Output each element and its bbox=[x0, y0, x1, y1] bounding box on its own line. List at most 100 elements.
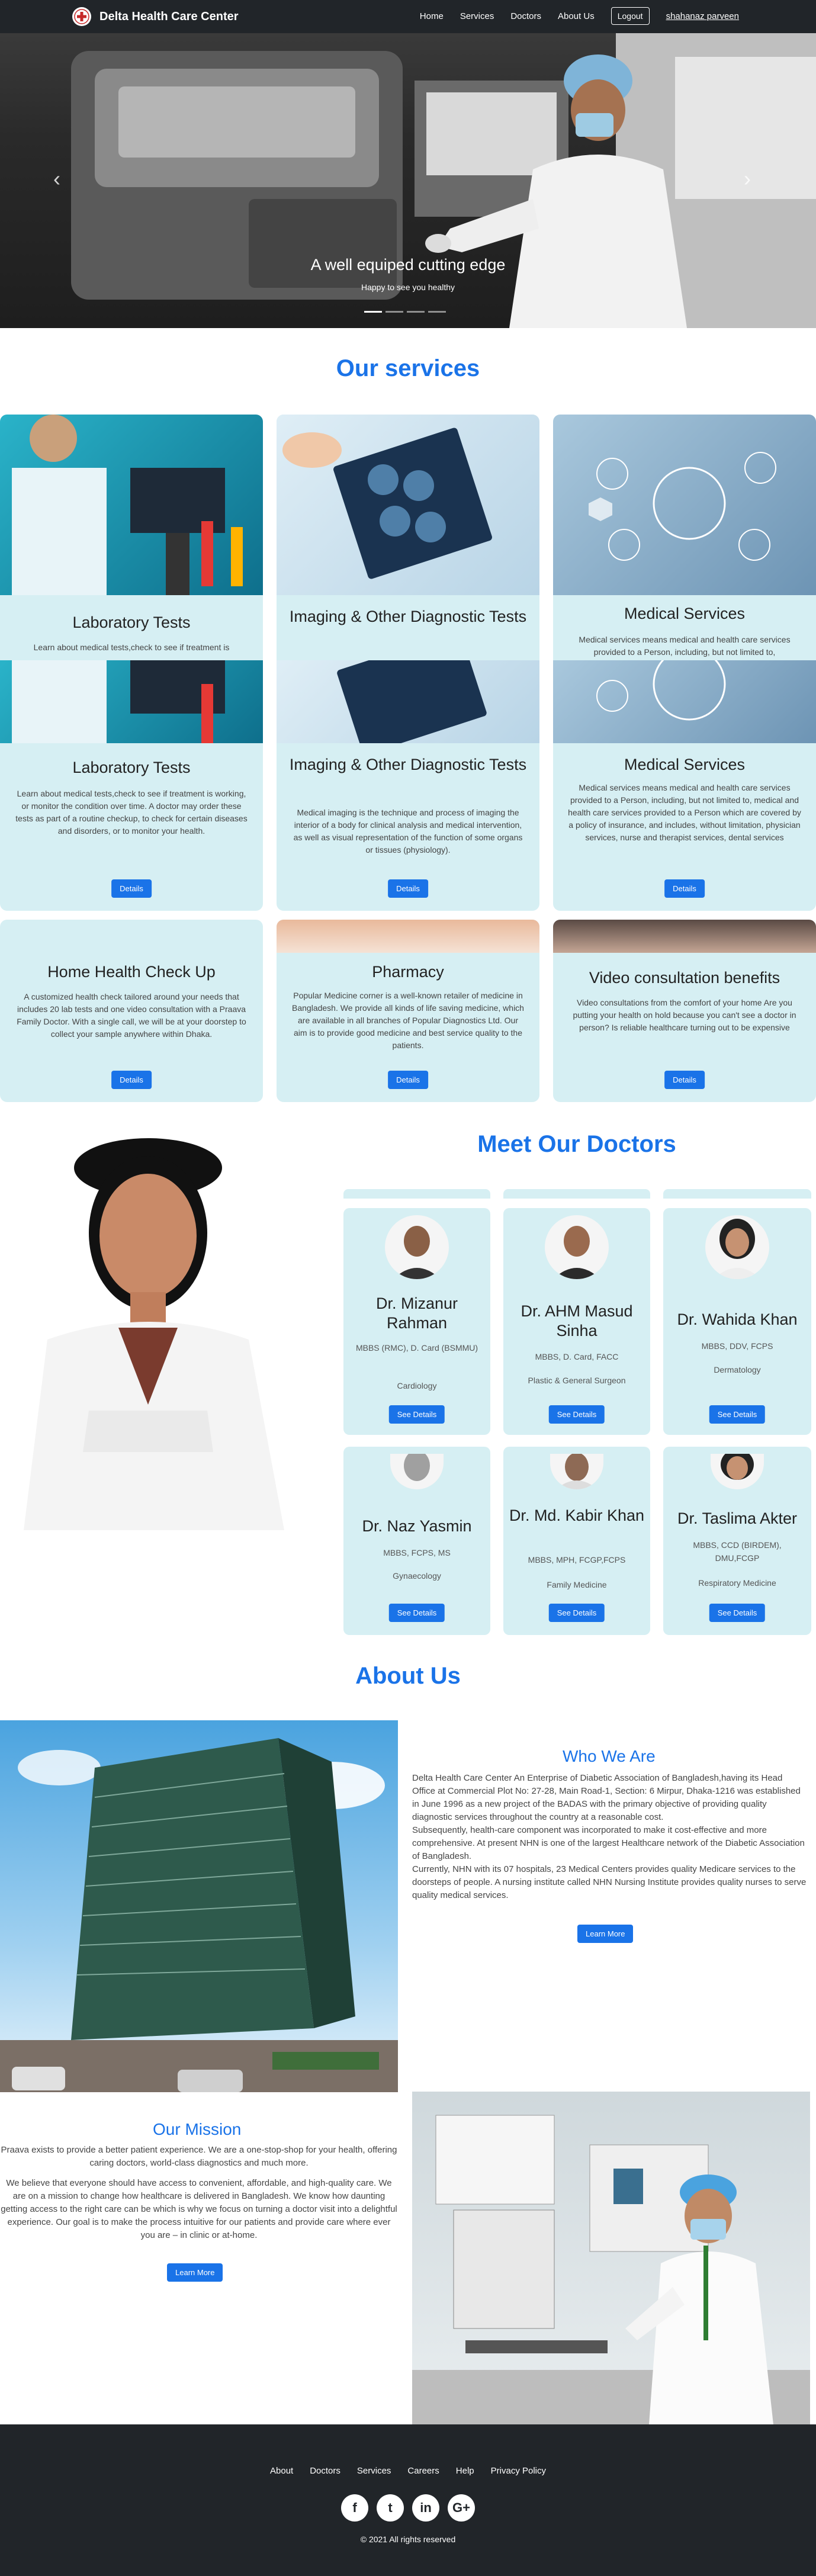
nav-doctors[interactable]: Doctors bbox=[510, 11, 541, 21]
service-text: Popular Medicine corner is a well-known … bbox=[292, 991, 524, 1050]
details-button[interactable]: Details bbox=[664, 1071, 705, 1089]
see-details-button[interactable]: See Details bbox=[388, 1405, 445, 1424]
see-details-button[interactable]: See Details bbox=[548, 1405, 605, 1424]
footer-links: About Doctors Services Careers Help Priv… bbox=[0, 2466, 816, 2476]
doctor-avatar bbox=[545, 1215, 609, 1279]
featured-doctor-image bbox=[0, 1132, 338, 1530]
brand-logo-icon bbox=[72, 7, 91, 26]
service-title: Imaging & Other Diagnostic Tests bbox=[289, 756, 527, 773]
see-details-button[interactable]: See Details bbox=[388, 1604, 445, 1622]
nav-links: Home Services Doctors About Us Logout sh… bbox=[420, 7, 739, 25]
service-text: Medical imaging is the technique and pro… bbox=[293, 808, 523, 855]
footer-link-privacy-policy[interactable]: Privacy Policy bbox=[491, 2466, 546, 2476]
doctor-degree: MBBS, DDV, FCPS bbox=[701, 1341, 773, 1351]
service-text: Medical services means medical and healt… bbox=[579, 635, 791, 657]
service-title: Video consultation benefits bbox=[589, 969, 780, 987]
service-title: Imaging & Other Diagnostic Tests bbox=[289, 608, 527, 625]
nav-services[interactable]: Services bbox=[460, 11, 494, 21]
who-we-are-title: Who We Are bbox=[563, 1747, 656, 1765]
service-title: Laboratory Tests bbox=[72, 759, 191, 776]
carousel-indicator[interactable] bbox=[385, 311, 403, 313]
footer-link-services[interactable]: Services bbox=[357, 2466, 391, 2476]
social-links: f t in G+ bbox=[0, 2494, 816, 2522]
service-title: Home Health Check Up bbox=[47, 963, 216, 981]
hero-title: A well equiped cutting edge bbox=[310, 256, 506, 274]
doctor-name: Dr. Naz Yasmin bbox=[362, 1517, 472, 1535]
service-text: A customized health check tailored aroun… bbox=[17, 992, 246, 1039]
video-consultation-image bbox=[553, 920, 816, 953]
details-button[interactable]: Details bbox=[388, 879, 428, 898]
nav-about-us[interactable]: About Us bbox=[558, 11, 595, 21]
doctor-specialty: Family Medicine bbox=[547, 1580, 607, 1589]
lab-technician-image bbox=[412, 2092, 810, 2424]
brand-name: Delta Health Care Center bbox=[99, 9, 239, 23]
mission-learn-more-button[interactable]: Learn More bbox=[167, 2263, 223, 2282]
doctor-name: Dr. Md. Kabir Khan bbox=[509, 1507, 645, 1524]
service-text: Video consultations from the comfort of … bbox=[573, 998, 796, 1032]
details-button[interactable]: Details bbox=[388, 1071, 428, 1089]
services-title: Our services bbox=[336, 355, 480, 381]
carousel-prev-button[interactable]: ‹ bbox=[53, 166, 60, 191]
service-card-home-health: Home Health Check Up A customized health… bbox=[0, 920, 263, 1102]
google-plus-icon[interactable]: G+ bbox=[448, 2494, 475, 2522]
nav-home[interactable]: Home bbox=[420, 11, 444, 21]
our-mission-title: Our Mission bbox=[153, 2120, 242, 2138]
medical-services-image bbox=[553, 660, 816, 743]
doctor-specialty: Gynaecology bbox=[393, 1571, 441, 1581]
laboratory-image bbox=[0, 660, 263, 743]
doctor-avatar bbox=[385, 1215, 449, 1279]
footer-link-about[interactable]: About bbox=[270, 2466, 293, 2476]
doctor-card: Dr. Md. Kabir Khan MBBS, MPH, FCGP,FCPS … bbox=[503, 1447, 650, 1635]
logout-button[interactable]: Logout bbox=[611, 7, 650, 25]
doctors-top-strip bbox=[343, 1189, 811, 1199]
details-button[interactable]: Details bbox=[664, 879, 705, 898]
doctor-avatar bbox=[550, 1454, 603, 1489]
footer-link-doctors[interactable]: Doctors bbox=[310, 2466, 340, 2476]
service-title: Laboratory Tests bbox=[72, 614, 191, 631]
details-button[interactable]: Details bbox=[111, 879, 152, 898]
imaging-image bbox=[277, 660, 539, 743]
footer: About Doctors Services Careers Help Priv… bbox=[0, 2424, 816, 2576]
doctor-card: Dr. Naz Yasmin MBBS, FCPS, MS Gynaecolog… bbox=[343, 1447, 490, 1635]
carousel-indicator[interactable] bbox=[428, 311, 446, 313]
who-we-are-paragraph: Delta Health Care Center An Enterprise o… bbox=[412, 1773, 801, 1822]
carousel-indicator[interactable] bbox=[407, 311, 425, 313]
who-we-are-learn-more-button[interactable]: Learn More bbox=[577, 1925, 634, 1943]
service-card-imaging: Imaging & Other Diagnostic Tests Imaging… bbox=[277, 415, 539, 911]
service-title: Medical Services bbox=[624, 756, 746, 773]
copyright: © 2021 All rights reserved bbox=[360, 2535, 456, 2544]
user-profile-link[interactable]: shahanaz parveen bbox=[666, 11, 739, 21]
footer-link-careers[interactable]: Careers bbox=[407, 2466, 439, 2476]
details-button[interactable]: Details bbox=[111, 1071, 152, 1089]
doctor-card: Dr. AHM Masud Sinha MBBS, D. Card, FACC … bbox=[503, 1208, 650, 1435]
carousel-indicator[interactable] bbox=[364, 311, 382, 313]
service-text: Medical services means medical and healt… bbox=[568, 783, 801, 842]
doctor-degree: MBBS (RMC), D. Card (BSMMU) bbox=[355, 1343, 478, 1353]
service-card-pharmacy: Pharmacy Popular Medicine corner is a we… bbox=[277, 920, 539, 1102]
doctor-avatar bbox=[390, 1454, 444, 1489]
twitter-icon[interactable]: t bbox=[377, 2494, 404, 2522]
doctor-specialty: Dermatology bbox=[714, 1365, 761, 1374]
doctors-title: Meet Our Doctors bbox=[477, 1131, 676, 1157]
linkedin-icon[interactable]: in bbox=[412, 2494, 439, 2522]
doctor-specialty: Cardiology bbox=[397, 1381, 437, 1390]
medical-services-image bbox=[553, 415, 816, 595]
service-text: Learn about medical tests,check to see i… bbox=[33, 643, 230, 652]
who-we-are-paragraph: Subsequently, health-care component was … bbox=[412, 1825, 805, 1861]
see-details-button[interactable]: See Details bbox=[548, 1604, 605, 1622]
doctor-specialty: Respiratory Medicine bbox=[698, 1578, 776, 1588]
mission-paragraph: We believe that everyone should have acc… bbox=[1, 2178, 397, 2240]
doctor-degree: MBBS, FCPS, MS bbox=[383, 1548, 451, 1557]
laboratory-image bbox=[0, 415, 263, 595]
footer-link-help[interactable]: Help bbox=[456, 2466, 474, 2476]
see-details-button[interactable]: See Details bbox=[709, 1604, 766, 1622]
see-details-button[interactable]: See Details bbox=[709, 1405, 766, 1424]
imaging-image bbox=[277, 415, 539, 595]
doctor-name: Dr. Wahida Khan bbox=[677, 1311, 798, 1328]
doctor-avatar bbox=[705, 1215, 769, 1279]
brand[interactable]: Delta Health Care Center bbox=[72, 7, 239, 26]
carousel-next-button[interactable]: › bbox=[744, 166, 751, 191]
mission-paragraph: Praava exists to provide a better patien… bbox=[1, 2145, 397, 2168]
facebook-icon[interactable]: f bbox=[341, 2494, 368, 2522]
doctor-degree: MBBS, D. Card, FACC bbox=[535, 1352, 619, 1361]
